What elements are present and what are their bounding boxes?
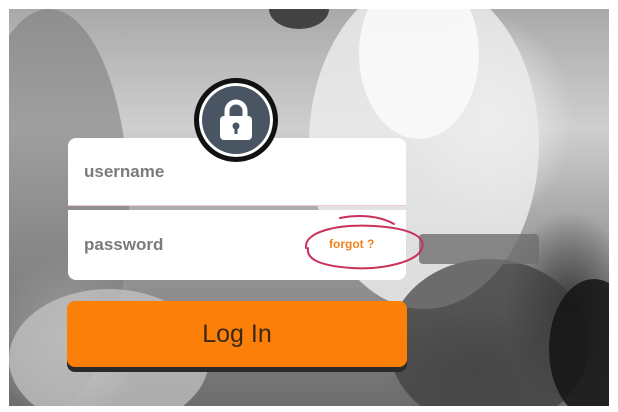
forgot-password-link[interactable]: forgot ? <box>329 237 374 251</box>
login-button[interactable]: Log In <box>67 301 407 367</box>
password-field[interactable]: password forgot ? <box>68 210 406 280</box>
lock-icon <box>220 99 252 140</box>
password-placeholder: password <box>84 235 164 254</box>
lock-badge <box>194 78 278 162</box>
username-placeholder: username <box>84 161 165 181</box>
